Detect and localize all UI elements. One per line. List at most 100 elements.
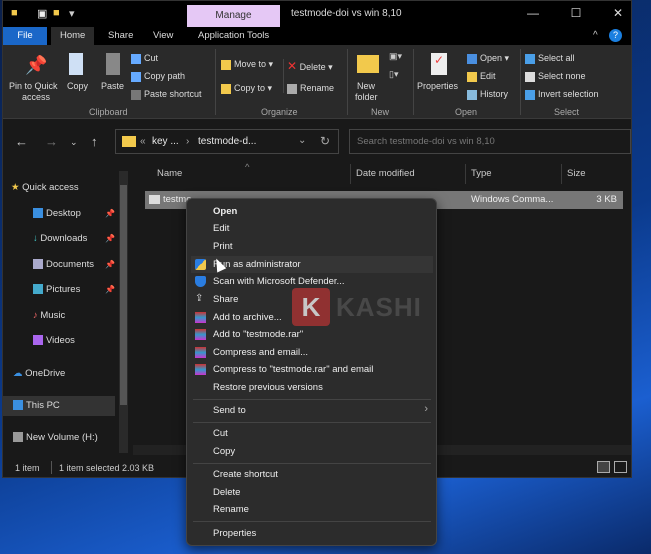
copy-button[interactable]: Copy xyxy=(67,81,88,91)
sidebar-item-quick-access[interactable]: ★ Quick access xyxy=(11,178,123,198)
cut-label: Cut xyxy=(144,53,159,63)
menu-compress-rar-email[interactable]: Compress to "testmode.rar" and email xyxy=(213,361,373,378)
new-folder-quick-icon[interactable]: ■ xyxy=(53,7,60,19)
menu-compress-email[interactable]: Compress and email... xyxy=(213,344,308,361)
minimize-button[interactable]: — xyxy=(523,6,543,20)
menu-print[interactable]: Print xyxy=(213,238,233,255)
breadcrumb-testmode[interactable]: testmode-d... xyxy=(198,136,256,147)
forward-button[interactable]: → xyxy=(45,134,58,149)
properties-icon: ✓ xyxy=(431,53,447,75)
menu-add-to-archive[interactable]: Add to archive... xyxy=(213,309,282,326)
sidebar-label: Desktop xyxy=(46,208,81,219)
up-button[interactable]: ↑ xyxy=(91,134,98,149)
menu-add-to-rar[interactable]: Add to "testmode.rar" xyxy=(213,326,303,343)
edit-button[interactable]: Edit xyxy=(467,71,496,82)
paste-shortcut-button[interactable]: Paste shortcut xyxy=(131,89,202,100)
sidebar-item-this-pc[interactable]: This PC xyxy=(3,396,115,416)
group-new: New xyxy=(371,107,390,117)
maximize-button[interactable]: ☐ xyxy=(566,6,586,20)
tab-home[interactable]: Home xyxy=(51,27,95,45)
search-input[interactable]: Search testmode-doi vs win 8,10 xyxy=(349,129,631,154)
path-overflow[interactable]: « xyxy=(140,136,146,147)
menu-delete[interactable]: Delete xyxy=(213,484,240,501)
history-button[interactable]: History xyxy=(467,89,508,100)
address-dropdown-icon[interactable]: ⌄ xyxy=(298,135,306,146)
breadcrumb-chevron-icon: › xyxy=(186,136,190,147)
menu-properties[interactable]: Properties xyxy=(213,525,256,542)
menu-share[interactable]: Share xyxy=(213,291,238,308)
back-button[interactable]: ← xyxy=(15,134,28,149)
rename-button[interactable]: Rename xyxy=(287,83,334,94)
menu-send-to[interactable]: Send to xyxy=(213,402,246,419)
paste-button[interactable]: Paste xyxy=(101,81,124,91)
tab-view[interactable]: View xyxy=(144,27,182,45)
recent-locations-button[interactable]: ⌄ xyxy=(70,137,78,148)
column-headers: Name ^ Date modified Type Size xyxy=(145,162,623,184)
breadcrumb-key[interactable]: key ... xyxy=(152,136,179,147)
menu-rename[interactable]: Rename xyxy=(213,501,249,518)
close-button[interactable]: ✕ xyxy=(608,6,628,20)
scissors-icon xyxy=(131,53,141,64)
menu-open[interactable]: Open xyxy=(213,203,237,220)
collapse-ribbon-icon[interactable]: ^ xyxy=(593,30,598,41)
large-icons-view-button[interactable] xyxy=(614,461,627,473)
sidebar-item-music[interactable]: ♪ Music xyxy=(33,306,145,326)
menu-cut[interactable]: Cut xyxy=(213,425,228,442)
paste-shortcut-icon xyxy=(131,89,141,100)
select-all-button[interactable]: Select all xyxy=(525,53,575,64)
sidebar-item-desktop[interactable]: Desktop 📌 xyxy=(33,204,117,224)
column-type[interactable]: Type xyxy=(471,168,492,179)
sidebar-item-pictures[interactable]: Pictures 📌 xyxy=(33,280,117,300)
address-bar[interactable]: « key ... › testmode-d... ⌄ ↻ xyxy=(115,129,339,154)
music-icon: ♪ xyxy=(33,310,38,321)
menu-copy[interactable]: Copy xyxy=(213,443,235,460)
move-to-button[interactable]: Move to ▾ xyxy=(221,59,273,70)
refresh-icon[interactable]: ↻ xyxy=(320,134,330,148)
menu-edit[interactable]: Edit xyxy=(213,220,229,237)
copy-path-button[interactable]: Copy path xyxy=(131,71,185,82)
column-date-modified[interactable]: Date modified xyxy=(356,168,415,179)
details-view-button[interactable] xyxy=(597,461,610,473)
tab-application-tools[interactable]: Application Tools xyxy=(189,27,278,45)
new-folder-button[interactable]: New xyxy=(357,81,375,91)
customize-toolbar-icon[interactable]: ▾ xyxy=(69,7,75,20)
sidebar-label: OneDrive xyxy=(25,368,66,379)
cut-button[interactable]: Cut xyxy=(131,53,158,64)
delete-button[interactable]: ✕ Delete ▾ xyxy=(287,59,333,73)
sidebar-item-onedrive[interactable]: ☁ OneDrive xyxy=(13,364,125,384)
help-icon[interactable]: ? xyxy=(609,29,622,42)
paste-icon xyxy=(106,53,120,75)
documents-icon xyxy=(33,259,43,270)
copy-icon xyxy=(69,53,83,75)
copy-to-button[interactable]: Copy to ▾ xyxy=(221,83,272,94)
tab-share[interactable]: Share xyxy=(99,27,142,45)
menu-create-shortcut[interactable]: Create shortcut xyxy=(213,466,278,483)
pin-quick-access-button[interactable]: Pin to Quick xyxy=(9,81,58,91)
column-size[interactable]: Size xyxy=(567,168,585,179)
sidebar-item-new-volume[interactable]: New Volume (H:) xyxy=(13,428,125,448)
sidebar-item-downloads[interactable]: ↓ Downloads 📌 xyxy=(33,229,117,249)
ribbon-tabs: File Home Share View Application Tools ^… xyxy=(3,27,631,45)
sidebar-item-documents[interactable]: Documents 📌 xyxy=(33,255,117,275)
select-none-button[interactable]: Select none xyxy=(525,71,586,82)
select-none-label: Select none xyxy=(538,71,586,81)
properties-quick-icon[interactable]: ▣ xyxy=(37,7,47,20)
menu-run-as-administrator[interactable]: Run as administrator xyxy=(213,256,301,273)
invert-selection-button[interactable]: Invert selection xyxy=(525,89,599,100)
menu-restore-previous-versions[interactable]: Restore previous versions xyxy=(213,379,323,396)
open-label: Open ▾ xyxy=(480,53,510,63)
open-button[interactable]: Open ▾ xyxy=(467,53,509,64)
easy-access-icon[interactable]: ▯▾ xyxy=(389,69,398,80)
sidebar-item-videos[interactable]: Videos xyxy=(33,331,145,351)
manage-tab[interactable]: Manage xyxy=(187,5,280,27)
sidebar-scrollbar[interactable] xyxy=(119,171,128,453)
column-name[interactable]: Name xyxy=(157,168,182,179)
properties-button[interactable]: Properties xyxy=(417,81,458,91)
sidebar-label: This PC xyxy=(26,400,60,411)
watermark-text: KASHI xyxy=(336,292,422,322)
copy-path-label: Copy path xyxy=(144,71,186,81)
rename-label: Rename xyxy=(300,83,335,93)
new-item-icon[interactable]: ▣▾ xyxy=(389,51,402,62)
drive-icon xyxy=(13,432,23,443)
tab-file[interactable]: File xyxy=(3,27,47,45)
